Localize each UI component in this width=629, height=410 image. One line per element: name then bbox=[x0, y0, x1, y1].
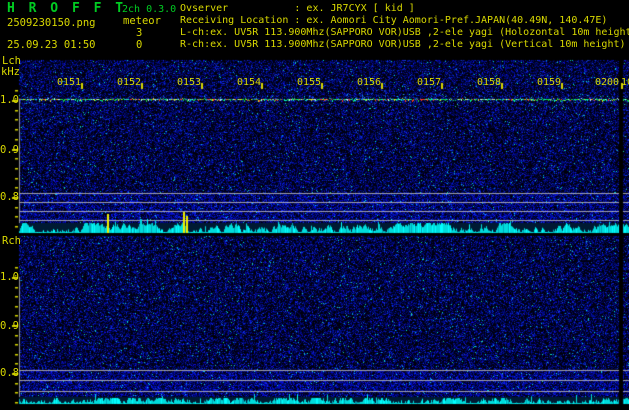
rch-freq-tick-0.9: 0.9 bbox=[0, 320, 19, 332]
lch-freq-tick-0.8: 0.8 bbox=[0, 191, 19, 203]
time-tick-0154: 0154 bbox=[237, 77, 262, 88]
time-tick-overflow: 10 bbox=[621, 77, 629, 88]
location-line: Receiving Location : ex. Aomori City Aom… bbox=[180, 15, 608, 26]
app-version: 2ch 0.3.0 bbox=[122, 4, 177, 15]
lch-echo-count: 3 bbox=[136, 27, 143, 39]
rch-echo-count: 0 bbox=[136, 39, 143, 51]
time-tick-0153: 0153 bbox=[177, 77, 202, 88]
rch-freq-tick-0.8: 0.8 bbox=[0, 367, 19, 379]
observer-line: Ovserver : ex. JR7CYX [ kid ] bbox=[180, 3, 415, 14]
hrofft-screen: H R O F F T 2ch 0.3.0 2509230150.png met… bbox=[0, 0, 629, 410]
time-tick-0152: 0152 bbox=[117, 77, 142, 88]
time-tick-0151: 0151 bbox=[57, 77, 82, 88]
time-tick-0158: 0158 bbox=[477, 77, 502, 88]
time-tick-0159: 0159 bbox=[537, 77, 562, 88]
lch-receiver-line: L-ch:ex. UV5R 113.900Mhz(SAPPORO VOR)USB… bbox=[180, 27, 629, 38]
mode-label: meteor bbox=[123, 15, 161, 27]
lch-freq-tick-1.0: 1.0 bbox=[0, 94, 19, 106]
spectrogram-canvas bbox=[0, 0, 629, 410]
time-tick-0155: 0155 bbox=[297, 77, 322, 88]
time-tick-0157: 0157 bbox=[417, 77, 442, 88]
lch-freq-tick-0.9: 0.9 bbox=[0, 144, 19, 156]
app-title: H R O F F T bbox=[7, 1, 127, 16]
rch-receiver-line: R-ch:ex. UV5R 113.900Mhz(SAPPORO VOR)USB… bbox=[180, 39, 626, 50]
rch-channel-label: Rch bbox=[2, 235, 21, 247]
lch-unit-label: kHz bbox=[1, 66, 20, 78]
datetime-label: 25.09.23 01:50 bbox=[7, 39, 96, 51]
time-tick-0200: 0200 bbox=[595, 77, 620, 88]
output-filename: 2509230150.png bbox=[7, 17, 96, 29]
time-tick-0156: 0156 bbox=[357, 77, 382, 88]
rch-freq-tick-1.0: 1.0 bbox=[0, 271, 19, 283]
